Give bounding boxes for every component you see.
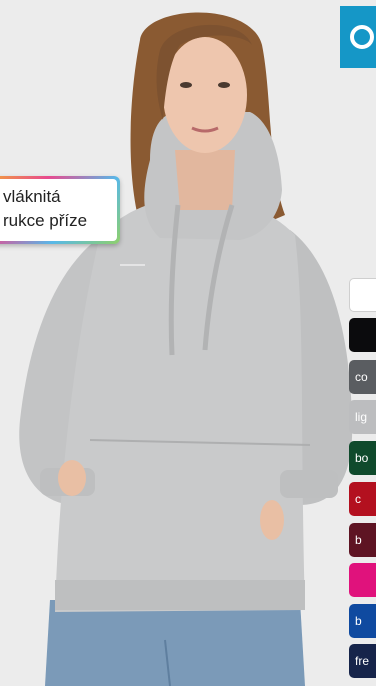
color-swatch[interactable] xyxy=(349,318,376,352)
feature-banner: vláknitá rukce příze xyxy=(0,176,120,244)
brand-logo[interactable] xyxy=(340,6,376,68)
logo-ring-icon xyxy=(350,25,374,49)
feature-line-2: rukce příze xyxy=(3,211,88,230)
color-swatch[interactable]: c xyxy=(349,482,376,516)
color-swatch[interactable]: co xyxy=(349,360,376,394)
color-swatch[interactable] xyxy=(349,278,376,312)
color-swatch[interactable]: b xyxy=(349,604,376,638)
color-swatch[interactable]: bo xyxy=(349,441,376,475)
color-swatch[interactable]: b xyxy=(349,523,376,557)
color-swatch[interactable] xyxy=(349,563,376,597)
product-photo xyxy=(0,0,376,686)
feature-line-1: vláknitá xyxy=(3,187,61,206)
color-swatch[interactable]: lig xyxy=(349,400,376,434)
feature-banner-text: vláknitá rukce příze xyxy=(0,179,117,241)
color-swatch[interactable]: fre xyxy=(349,644,376,678)
